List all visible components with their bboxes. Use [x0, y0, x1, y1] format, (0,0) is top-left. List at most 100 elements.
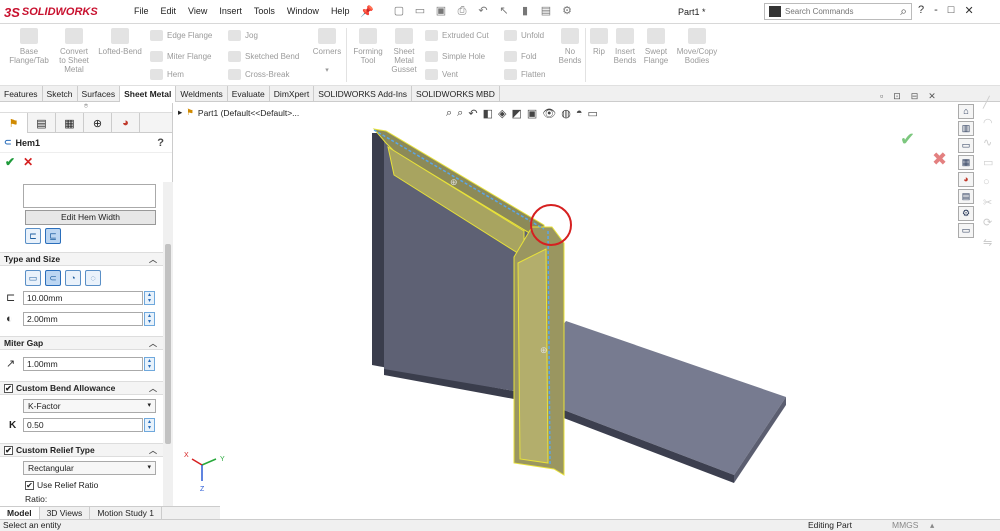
sketch-trim-icon[interactable]: ✂: [983, 196, 997, 210]
select-icon[interactable]: ↖: [497, 4, 511, 18]
tab-sheet-metal[interactable]: Sheet Metal: [120, 86, 177, 102]
zoom-to-area-icon[interactable]: ⌕: [457, 107, 463, 120]
sketched-bend-button[interactable]: Sketched Bend: [228, 51, 299, 62]
tab-dimxpert[interactable]: DimXpert: [270, 86, 315, 102]
menu-window[interactable]: Window: [287, 6, 319, 16]
sketch-line-icon[interactable]: ╱: [983, 96, 997, 110]
confirm-cancel-icon[interactable]: ✖: [932, 149, 947, 170]
undo-icon[interactable]: ↶: [476, 4, 490, 18]
hem-callout-icon[interactable]: ⊕: [540, 345, 548, 355]
section-view-icon[interactable]: ◧: [483, 107, 493, 120]
file-properties-icon[interactable]: ▤: [539, 4, 553, 18]
corners-button[interactable]: Corners ▾: [308, 28, 346, 75]
bend-allowance-type-select[interactable]: K-Factor ▾: [23, 399, 156, 413]
options-gear-icon[interactable]: ⚙: [560, 4, 574, 18]
move-copy-bodies-button[interactable]: Move/Copy Bodies: [672, 28, 722, 65]
k-factor-field[interactable]: 0.50: [23, 418, 143, 432]
search-input[interactable]: [785, 7, 885, 16]
vertical-hem-face[interactable]: [517, 248, 549, 464]
menu-help[interactable]: Help: [331, 6, 350, 16]
tree-expand-arrow-icon[interactable]: ▸: [178, 107, 182, 118]
sketch-spline-icon[interactable]: ∿: [983, 136, 997, 150]
property-manager-tab-icon[interactable]: ▤: [28, 113, 56, 133]
convert-to-sheet-metal-button[interactable]: Convert to Sheet Metal: [54, 28, 94, 74]
simple-hole-button[interactable]: Simple Hole: [425, 51, 485, 62]
design-library-icon[interactable]: ▥: [958, 121, 974, 136]
edges-selection-box[interactable]: [23, 184, 156, 208]
zoom-to-fit-icon[interactable]: ⌕: [446, 107, 452, 120]
hem-tear-drop-icon[interactable]: ◔: [65, 270, 81, 286]
display-manager-tab-icon[interactable]: ◕: [112, 113, 140, 133]
dimxpert-manager-tab-icon[interactable]: ⊕: [84, 113, 112, 133]
open-folder-icon[interactable]: ▭: [413, 4, 427, 18]
menu-insert[interactable]: Insert: [219, 6, 242, 16]
close-button[interactable]: ✕: [964, 4, 973, 17]
sketch-offset-icon[interactable]: ⟳: [983, 216, 997, 230]
miter-gap-header[interactable]: Miter Gap ︿: [0, 336, 163, 350]
menu-edit[interactable]: Edit: [161, 6, 177, 16]
menu-view[interactable]: View: [188, 6, 207, 16]
gap-spinner[interactable]: ▴ ▾: [144, 312, 155, 326]
tab-weldments[interactable]: Weldments: [176, 86, 228, 102]
expand-viewport-icon[interactable]: ⊡: [893, 91, 901, 102]
tile-viewport-icon[interactable]: ⊟: [911, 91, 919, 102]
k-factor-spinner[interactable]: ▴ ▾: [144, 418, 155, 432]
jog-button[interactable]: Jog: [228, 30, 258, 41]
custom-relief-header[interactable]: ✔ Custom Relief Type ︿: [0, 443, 163, 457]
community-icon[interactable]: ▭: [958, 223, 974, 238]
relief-type-select[interactable]: Rectangular ▾: [23, 461, 156, 475]
panel-scrollbar[interactable]: [163, 182, 173, 506]
home-icon[interactable]: ⌂: [958, 104, 974, 119]
cross-break-button[interactable]: Cross-Break: [228, 69, 289, 80]
miter-gap-spinner[interactable]: ▴ ▾: [144, 357, 155, 371]
search-commands-box[interactable]: ⌕: [764, 3, 912, 20]
feature-manager-tab-icon[interactable]: ⚑: [0, 113, 28, 133]
hem-button[interactable]: Hem: [150, 69, 184, 80]
ok-check-icon[interactable]: ✔: [5, 155, 15, 169]
rip-button[interactable]: Rip: [588, 28, 610, 56]
solidworks-forum-icon[interactable]: ⚙: [958, 206, 974, 221]
new-document-icon[interactable]: ▢: [392, 4, 406, 18]
miter-gap-field[interactable]: 1.00mm: [23, 357, 143, 371]
use-relief-ratio-row[interactable]: ✔ Use Relief Ratio: [25, 480, 98, 490]
close-viewport-icon[interactable]: ✕: [928, 91, 936, 102]
scrollbar-thumb[interactable]: [165, 244, 171, 444]
view-orientation-icon[interactable]: ◩: [511, 107, 521, 120]
edge-flange-button[interactable]: Edge Flange: [150, 30, 212, 41]
print-icon[interactable]: ⎙: [455, 4, 469, 18]
units-dropdown-icon[interactable]: ▴: [930, 520, 934, 531]
unfold-button[interactable]: Unfold: [504, 30, 544, 41]
tree-part-item[interactable]: Part1 (Default<<Default>...: [198, 108, 299, 118]
maximize-button[interactable]: □: [948, 4, 955, 17]
forming-tool-button[interactable]: Forming Tool: [350, 28, 386, 65]
tab-motion-study[interactable]: Motion Study 1: [90, 507, 163, 519]
units-indicator[interactable]: MMGS: [892, 520, 918, 531]
lofted-bend-button[interactable]: Lofted-Bend: [95, 28, 145, 56]
gap-distance-field[interactable]: 2.00mm: [23, 312, 143, 326]
tab-3d-views[interactable]: 3D Views: [40, 507, 91, 519]
hem-length-field[interactable]: 10.00mm: [23, 291, 143, 305]
tab-sketch[interactable]: Sketch: [43, 86, 78, 102]
rebuild-icon[interactable]: ▮: [518, 4, 532, 18]
fold-button[interactable]: Fold: [504, 51, 537, 62]
restore-viewport-icon[interactable]: ▫: [880, 91, 883, 102]
panel-grip[interactable]: ⌾: [0, 103, 172, 113]
dynamic-annotation-icon[interactable]: ◈: [498, 107, 506, 120]
material-inside-icon[interactable]: ⊏: [25, 228, 41, 244]
view-palette-icon[interactable]: ▦: [958, 155, 974, 170]
collapse-chevron-icon[interactable]: ︿: [149, 445, 157, 456]
sketch-circle-icon[interactable]: ○: [983, 176, 997, 190]
tab-surfaces[interactable]: Surfaces: [78, 86, 121, 102]
collapse-chevron-icon[interactable]: ︿: [149, 254, 157, 265]
graphics-area[interactable]: ⊕ ⊕ Y X Z ✔ ✖: [174, 103, 954, 506]
cancel-x-icon[interactable]: ✕: [23, 155, 33, 169]
help-icon[interactable]: ?: [918, 4, 924, 17]
tab-features[interactable]: Features: [0, 86, 43, 102]
minimize-button[interactable]: -: [934, 4, 938, 17]
hem-rolled-icon[interactable]: ◌: [85, 270, 101, 286]
help-icon[interactable]: ?: [157, 137, 164, 149]
hide-show-items-icon[interactable]: 👁: [542, 107, 556, 120]
flatten-button[interactable]: Flatten: [504, 69, 545, 80]
save-icon[interactable]: ▣: [434, 4, 448, 18]
menu-file[interactable]: File: [134, 6, 149, 16]
